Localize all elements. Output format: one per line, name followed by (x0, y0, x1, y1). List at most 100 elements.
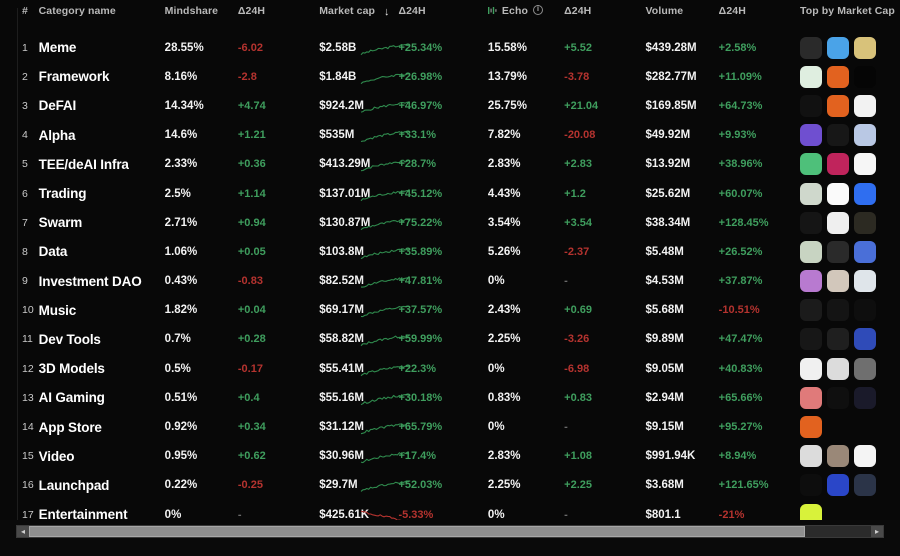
table-row[interactable]: 123D Models0.5%-0.17$55.41M+22.3%0%-6.98… (0, 354, 900, 383)
avatar[interactable] (800, 387, 822, 409)
avatar[interactable] (827, 66, 849, 88)
cell-category-name[interactable]: Video (39, 442, 165, 471)
col-header-volume[interactable]: Volume (645, 0, 718, 33)
avatar[interactable] (827, 358, 849, 380)
avatar[interactable] (854, 358, 876, 380)
avatar[interactable] (800, 270, 822, 292)
avatar[interactable] (827, 474, 849, 496)
cell-mindshare: 2.5% (165, 179, 238, 208)
table-row[interactable]: 11Dev Tools0.7%+0.28$58.82M+59.99%2.25%-… (0, 325, 900, 354)
info-circle-icon[interactable] (533, 5, 543, 15)
avatar[interactable] (854, 270, 876, 292)
cell-category-name[interactable]: Alpha (39, 121, 165, 150)
avatar[interactable] (827, 299, 849, 321)
cell-category-name[interactable]: AI Gaming (39, 383, 165, 412)
table-row[interactable]: 14App Store0.92%+0.34$31.12M+65.79%0%-$9… (0, 412, 900, 441)
avatar[interactable] (827, 124, 849, 146)
avatar[interactable] (854, 328, 876, 350)
avatar[interactable] (800, 358, 822, 380)
table-row[interactable]: 7Swarm2.71%+0.94$130.87M+75.22%3.54%+3.5… (0, 208, 900, 237)
avatar[interactable] (827, 37, 849, 59)
col-header-market-cap[interactable]: Market cap↓ (319, 0, 398, 33)
avatar[interactable] (854, 474, 876, 496)
avatar[interactable] (854, 241, 876, 263)
scroll-left-arrow-icon[interactable]: ◂ (17, 526, 29, 537)
col-header-top-market-cap[interactable]: Top by Market Cap (800, 0, 900, 33)
table-row[interactable]: 10Music1.82%+0.04$69.17M+37.57%2.43%+0.6… (0, 296, 900, 325)
table-row[interactable]: 1Meme28.55%-6.02$2.58B+25.34%15.58%+5.52… (0, 33, 900, 62)
cell-category-name[interactable]: Meme (39, 33, 165, 62)
avatar[interactable] (800, 241, 822, 263)
avatar[interactable] (800, 212, 822, 234)
avatar[interactable] (800, 37, 822, 59)
col-header-echo[interactable]: Echo (488, 0, 564, 33)
cell-category-name[interactable]: Trading (39, 179, 165, 208)
avatar[interactable] (854, 95, 876, 117)
col-header-mcap-24h[interactable]: Δ24H (398, 0, 487, 33)
cell-category-name[interactable]: Investment DAO (39, 267, 165, 296)
avatar[interactable] (854, 66, 876, 88)
avatar[interactable] (854, 445, 876, 467)
table-row[interactable]: 15Video0.95%+0.62$30.96M+17.4%2.83%+1.08… (0, 442, 900, 471)
arrow-down-icon[interactable]: ↓ (384, 6, 390, 18)
avatar[interactable] (854, 387, 876, 409)
avatar[interactable] (854, 299, 876, 321)
avatar[interactable] (827, 328, 849, 350)
table-row[interactable]: 6Trading2.5%+1.14$137.01M+45.12%4.43%+1.… (0, 179, 900, 208)
col-header-mind-24h[interactable]: Δ24H (238, 0, 319, 33)
table-row[interactable]: 9Investment DAO0.43%-0.83$82.52M+47.81%0… (0, 267, 900, 296)
table-scroll-container[interactable]: # Category name Mindshare Δ24H Market ca… (0, 0, 900, 538)
avatar[interactable] (827, 153, 849, 175)
cell-category-name[interactable]: Data (39, 237, 165, 266)
col-header-name[interactable]: Category name (39, 0, 165, 33)
table-row[interactable]: 4Alpha14.6%+1.21$535M+33.1%7.82%-20.08$4… (0, 121, 900, 150)
avatar[interactable] (854, 37, 876, 59)
col-header-echo-24h[interactable]: Δ24H (564, 0, 645, 33)
table-row[interactable]: 5TEE/deAI Infra2.33%+0.36$413.29M+28.7%2… (0, 150, 900, 179)
scroll-right-arrow-icon[interactable]: ▸ (871, 526, 883, 537)
cell-category-name[interactable]: Framework (39, 62, 165, 91)
avatar[interactable] (800, 416, 822, 438)
avatar[interactable] (854, 183, 876, 205)
table-row[interactable]: 16Launchpad0.22%-0.25$29.7M+52.03%2.25%+… (0, 471, 900, 500)
avatar[interactable] (800, 124, 822, 146)
avatar[interactable] (827, 212, 849, 234)
avatar[interactable] (800, 95, 822, 117)
cell-category-name[interactable]: Music (39, 296, 165, 325)
avatar[interactable] (854, 212, 876, 234)
cell-category-name[interactable]: Launchpad (39, 471, 165, 500)
table-row[interactable]: 2Framework8.16%-2.8$1.84B+26.98%13.79%-3… (0, 62, 900, 91)
horizontal-scrollbar[interactable]: ◂ ▸ (16, 525, 884, 538)
col-header-vol-24h[interactable]: Δ24H (719, 0, 800, 33)
table-row[interactable]: 13AI Gaming0.51%+0.4$55.16M+30.18%0.83%+… (0, 383, 900, 412)
avatar[interactable] (800, 66, 822, 88)
cell-category-name[interactable]: DeFAI (39, 91, 165, 120)
scrollbar-thumb[interactable] (29, 526, 805, 537)
cell-category-name[interactable]: App Store (39, 412, 165, 441)
cell-top-by-market-cap (800, 33, 900, 62)
table-row[interactable]: 3DeFAI14.34%+4.74$924.2M+46.97%25.75%+21… (0, 91, 900, 120)
avatar[interactable] (854, 153, 876, 175)
col-header-rank[interactable]: # (0, 0, 39, 33)
cell-category-name[interactable]: Dev Tools (39, 325, 165, 354)
avatar[interactable] (854, 124, 876, 146)
avatar[interactable] (827, 270, 849, 292)
avatar[interactable] (827, 183, 849, 205)
avatar[interactable] (827, 445, 849, 467)
cell-top-by-market-cap (800, 179, 900, 208)
table-row[interactable]: 8Data1.06%+0.05$103.8M+35.89%5.26%-2.37$… (0, 237, 900, 266)
scrollbar-track[interactable] (805, 526, 871, 537)
avatar[interactable] (827, 387, 849, 409)
col-header-mindshare[interactable]: Mindshare (165, 0, 238, 33)
avatar[interactable] (800, 328, 822, 350)
avatar[interactable] (800, 445, 822, 467)
avatar[interactable] (827, 95, 849, 117)
avatar[interactable] (827, 241, 849, 263)
avatar[interactable] (800, 153, 822, 175)
avatar[interactable] (800, 183, 822, 205)
cell-category-name[interactable]: TEE/deAI Infra (39, 150, 165, 179)
cell-category-name[interactable]: Swarm (39, 208, 165, 237)
avatar[interactable] (800, 474, 822, 496)
cell-category-name[interactable]: 3D Models (39, 354, 165, 383)
avatar[interactable] (800, 299, 822, 321)
